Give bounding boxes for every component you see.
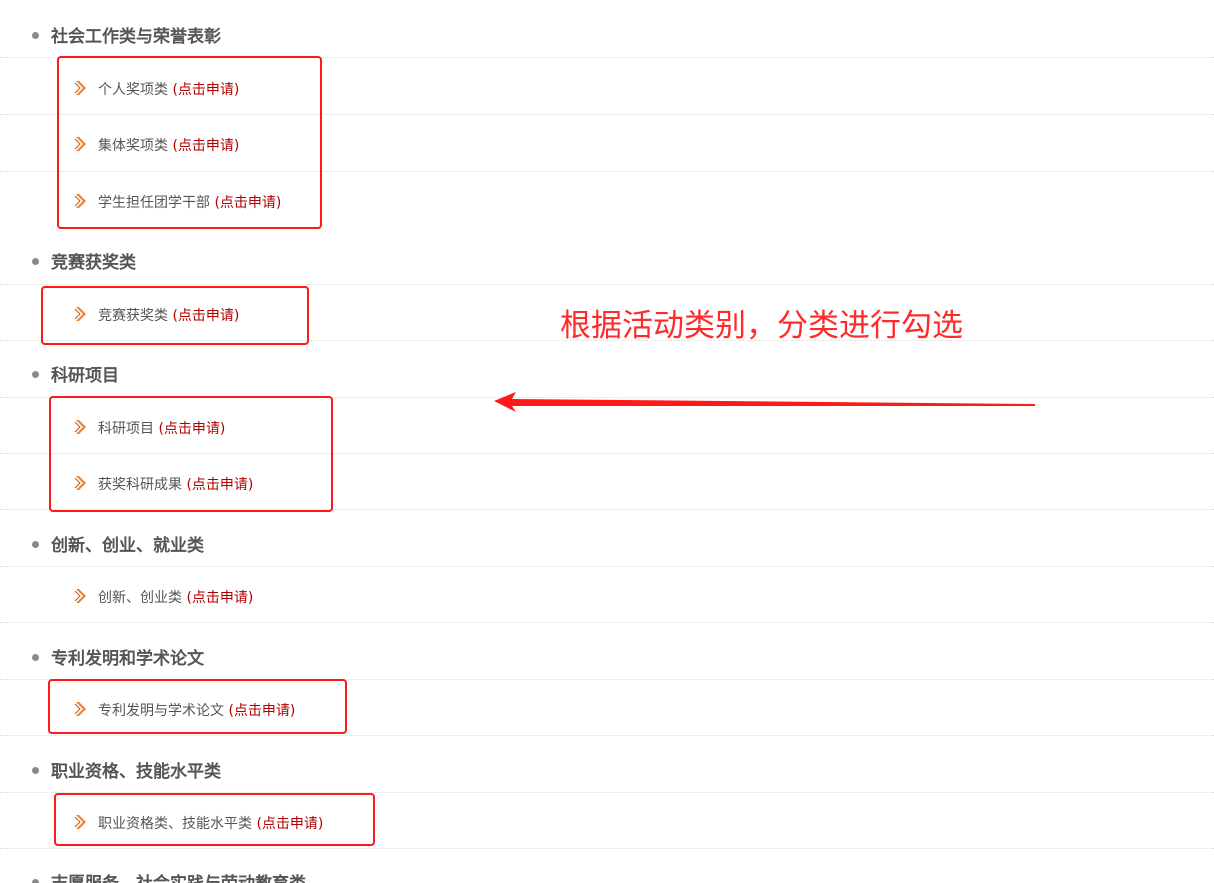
apply-link[interactable]: (点击申请) [186, 590, 253, 606]
bullet-dot-icon [32, 540, 39, 548]
list-item[interactable]: 创新、创业类 (点击申请) [74, 587, 253, 607]
bullet-dot-icon [32, 878, 39, 883]
category-heading: 科研项目 [32, 361, 119, 386]
chevron-right-icon [74, 589, 86, 603]
category-heading: 职业资格、技能水平类 [32, 757, 221, 782]
annotation-arrow-icon [494, 392, 1035, 412]
activity-category-page: 社会工作类与荣誉表彰 个人奖项类 (点击申请) 集体奖项类 (点击申请) 学生担… [0, 0, 1214, 883]
bullet-dot-icon [32, 653, 39, 661]
bullet-dot-icon [32, 257, 39, 265]
item-name[interactable]: 创新、创业类 [98, 590, 182, 606]
bullet-dot-icon [32, 766, 39, 774]
highlight-box [54, 793, 375, 846]
highlight-box [57, 56, 322, 229]
highlight-box [49, 396, 333, 512]
category-heading: 创新、创业、就业类 [32, 531, 204, 556]
category-heading: 专利发明和学术论文 [32, 644, 204, 669]
bullet-dot-icon [32, 31, 39, 39]
category-heading: 志愿服务、社会实践与劳动教育类 [32, 869, 306, 883]
category-heading: 竞赛获奖类 [32, 248, 136, 273]
highlight-box [41, 286, 309, 345]
highlight-box [48, 679, 347, 734]
category-heading: 社会工作类与荣誉表彰 [32, 22, 221, 47]
annotation-text: 根据活动类别，分类进行勾选 [560, 308, 963, 344]
bullet-dot-icon [32, 370, 39, 378]
